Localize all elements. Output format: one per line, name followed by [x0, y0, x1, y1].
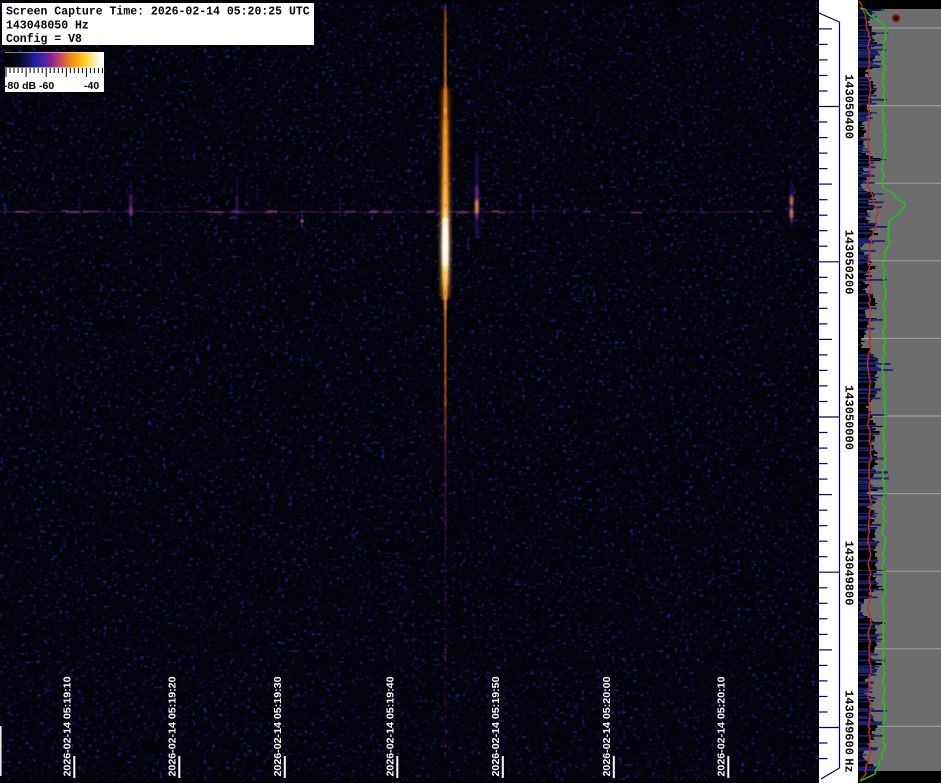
svg-text:2026-02-14 05:19:10: 2026-02-14 05:19:10 [62, 676, 74, 776]
svg-text:143050000: 143050000 [842, 385, 856, 450]
svg-text:Screen Capture Time: 2026-02-1: Screen Capture Time: 2026-02-14 05:20:25… [6, 6, 310, 19]
svg-text:-80 dB: -80 dB [4, 80, 37, 92]
svg-text:143049800: 143049800 [842, 541, 856, 606]
svg-text:Config = V8: Config = V8 [6, 33, 82, 46]
svg-text:2026-02-14 05:19:50: 2026-02-14 05:19:50 [490, 676, 502, 776]
svg-text:2026-02-14 05:19:30: 2026-02-14 05:19:30 [272, 676, 284, 776]
svg-text:143048050 Hz: 143048050 Hz [6, 20, 89, 33]
svg-text:2026-02-14 05:20:00: 2026-02-14 05:20:00 [601, 676, 613, 776]
svg-text:2026-02-14 05:20:10: 2026-02-14 05:20:10 [716, 676, 728, 776]
svg-text:-40: -40 [84, 80, 99, 92]
svg-text:2026-02-14 05:19:20: 2026-02-14 05:19:20 [167, 676, 179, 776]
svg-text:143050200: 143050200 [842, 230, 856, 295]
svg-text:143050400: 143050400 [842, 74, 856, 139]
svg-text:2026-02-14 05:19:40: 2026-02-14 05:19:40 [385, 676, 397, 776]
svg-text:Hz: Hz [842, 758, 856, 772]
svg-text:143049600: 143049600 [842, 690, 856, 755]
svg-text:-60: -60 [39, 80, 54, 92]
